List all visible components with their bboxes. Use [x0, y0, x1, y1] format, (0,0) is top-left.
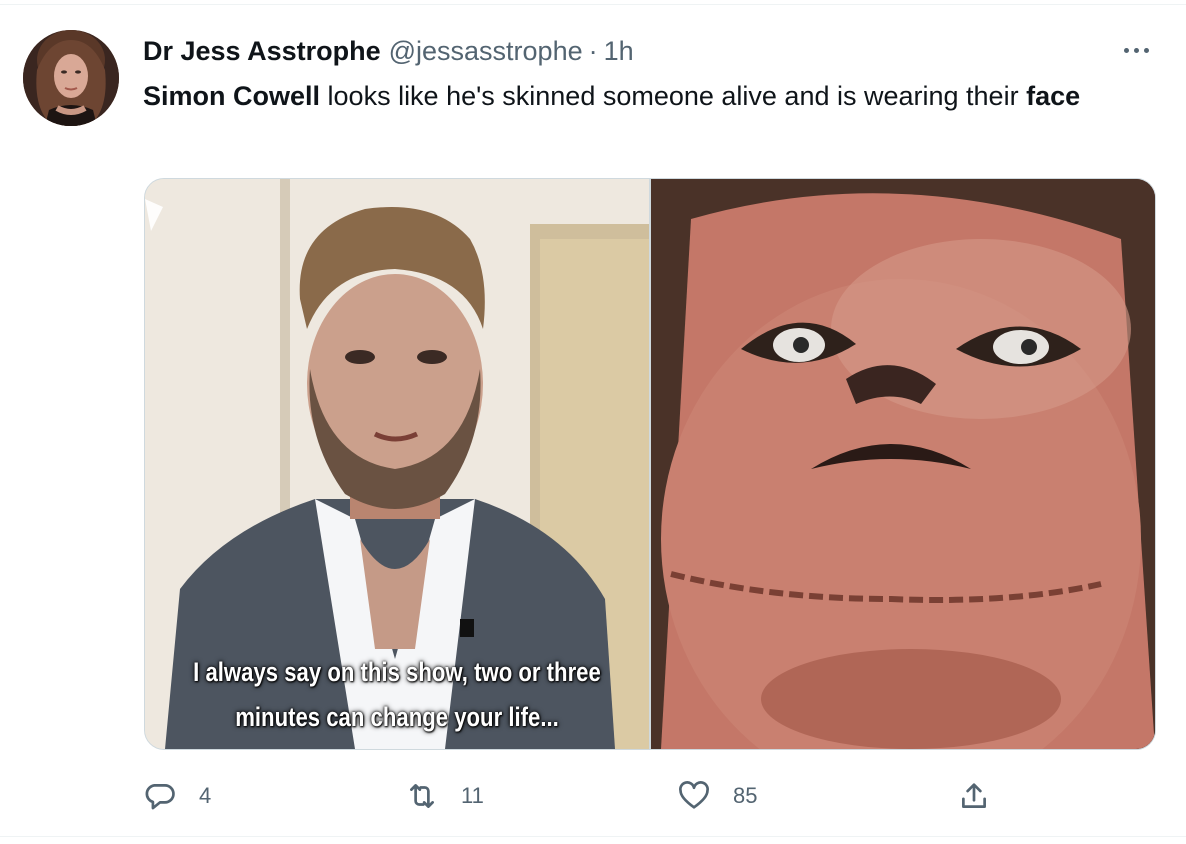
- photo-face-mask: [651, 179, 1155, 749]
- top-divider: [0, 4, 1186, 5]
- more-dot: [1133, 47, 1139, 53]
- reply-count: 4: [199, 783, 212, 808]
- like-button[interactable]: 85: [677, 774, 757, 818]
- heart-icon: [679, 781, 709, 809]
- avatar-image: [23, 30, 119, 126]
- display-name[interactable]: Dr Jess Asstrophe: [143, 36, 381, 67]
- tweet-text-body: looks like he's skinned someone alive an…: [320, 81, 1027, 111]
- tweet-media: I always say on this show, two or three …: [144, 178, 1156, 750]
- timestamp[interactable]: 1h: [604, 36, 634, 67]
- more-icon[interactable]: [1118, 38, 1154, 62]
- user-handle[interactable]: @jessasstrophe: [389, 36, 583, 67]
- video-caption-line-2: minutes can change your life...: [235, 702, 559, 732]
- share-button[interactable]: [957, 774, 991, 818]
- retweet-count: 11: [461, 783, 484, 808]
- like-count: 85: [733, 783, 758, 808]
- emphasis-bold: face: [1026, 81, 1081, 111]
- tweet-text: Simon Cowell looks like he's skinned som…: [143, 76, 1133, 116]
- media-photo-left[interactable]: I always say on this show, two or three …: [145, 179, 649, 749]
- avatar[interactable]: [23, 30, 119, 126]
- tweet-actions: 4 11 85: [143, 774, 1003, 818]
- bottom-divider: [0, 836, 1186, 837]
- more-dot: [1143, 47, 1149, 53]
- retweet-button[interactable]: 11: [405, 774, 484, 818]
- more-dot: [1123, 47, 1129, 53]
- mention-bold: Simon Cowell: [143, 81, 321, 111]
- separator-dot: ·: [588, 35, 598, 66]
- tweet-header: Dr Jess Asstrophe @jessasstrophe · 1h: [143, 34, 634, 68]
- video-caption-line-1: I always say on this show, two or three: [193, 657, 601, 687]
- reply-icon: [145, 784, 175, 810]
- reply-button[interactable]: 4: [143, 774, 211, 818]
- retweet-icon: [410, 784, 434, 808]
- share-icon: [962, 783, 986, 808]
- media-photo-right[interactable]: [651, 179, 1155, 749]
